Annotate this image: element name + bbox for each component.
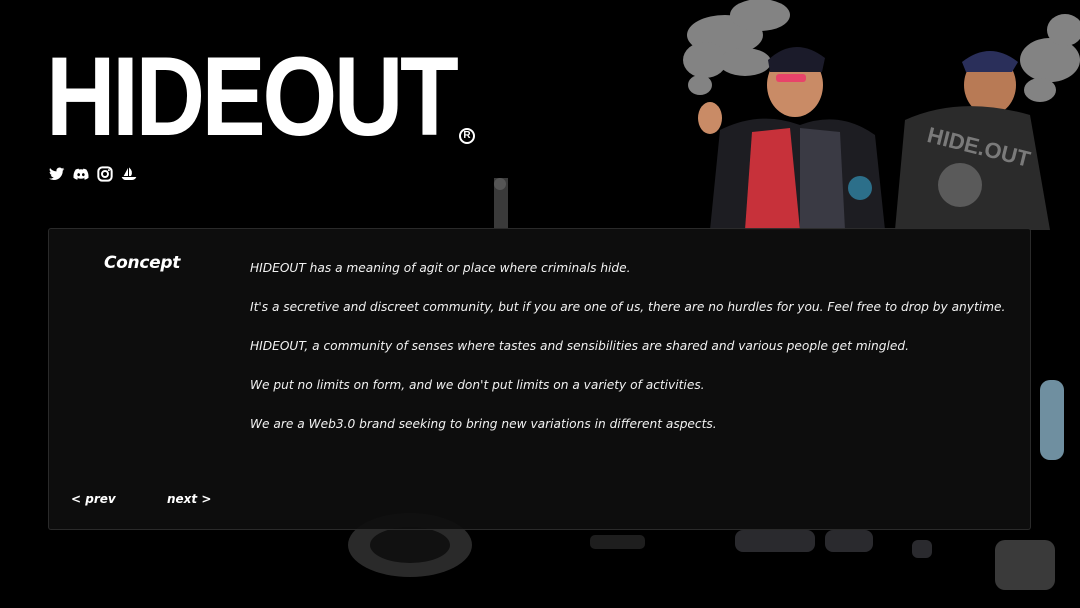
next-button[interactable]: next >: [167, 492, 211, 506]
concept-paragraph: HIDEOUT, a community of senses where tas…: [250, 339, 909, 353]
concept-paragraphs: HIDEOUT has a meaning of agit or place w…: [250, 260, 1010, 455]
smoke-cloud: [683, 0, 1080, 102]
concept-paragraph: We are a Web3.0 brand seeking to bring n…: [250, 417, 717, 431]
social-links: [49, 166, 137, 182]
prev-button[interactable]: < prev: [71, 492, 116, 506]
hideout-logo[interactable]: HIDEOUT: [46, 41, 459, 153]
twitter-icon[interactable]: [49, 166, 65, 182]
concept-panel: Concept HIDEOUT has a meaning of agit or…: [48, 228, 1031, 530]
concept-paragraph: We put no limits on form, and we don't p…: [250, 378, 705, 392]
instagram-icon[interactable]: [97, 166, 113, 182]
concept-paragraph: It's a secretive and discreet community,…: [250, 300, 1006, 314]
opensea-icon[interactable]: [121, 166, 137, 182]
concept-paragraph: HIDEOUT has a meaning of agit or place w…: [250, 261, 631, 275]
svg-text:HIDE.OUT: HIDE.OUT: [925, 122, 1034, 172]
section-title: Concept: [104, 253, 181, 273]
discord-icon[interactable]: [73, 166, 89, 182]
registered-mark-icon: R: [459, 128, 475, 144]
